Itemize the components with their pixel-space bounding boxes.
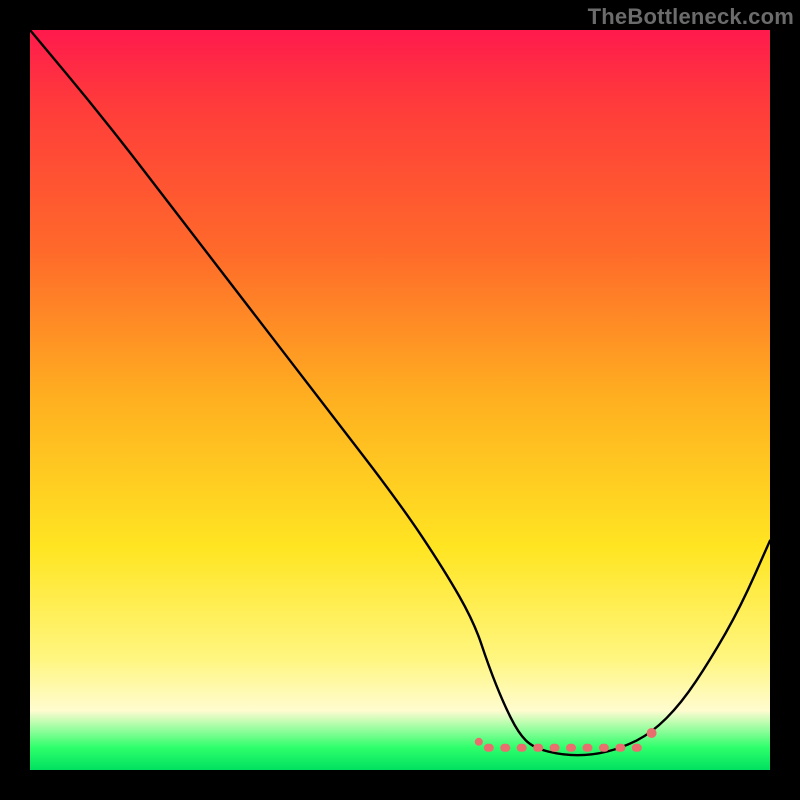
flat-marker-dash: [566, 744, 576, 752]
plot-area: [30, 30, 770, 770]
flat-marker-dash: [500, 744, 510, 752]
flat-marker-dash: [517, 744, 527, 752]
flat-marker-dash: [533, 744, 543, 752]
flat-marker-dash: [582, 744, 592, 752]
flat-marker-dash: [632, 744, 642, 752]
end-tick-marker: [647, 728, 657, 738]
flat-marker-lead-dot: [475, 738, 483, 746]
flat-marker-dash: [550, 744, 560, 752]
flat-marker-dash: [615, 744, 625, 752]
watermark-text: TheBottleneck.com: [588, 4, 794, 30]
bottleneck-curve: [30, 30, 770, 755]
chart-frame: TheBottleneck.com: [0, 0, 800, 800]
flat-marker-dash: [599, 744, 609, 752]
flat-bottom-markers: [475, 738, 642, 752]
curve-layer: [30, 30, 770, 770]
flat-marker-dash: [484, 744, 494, 752]
